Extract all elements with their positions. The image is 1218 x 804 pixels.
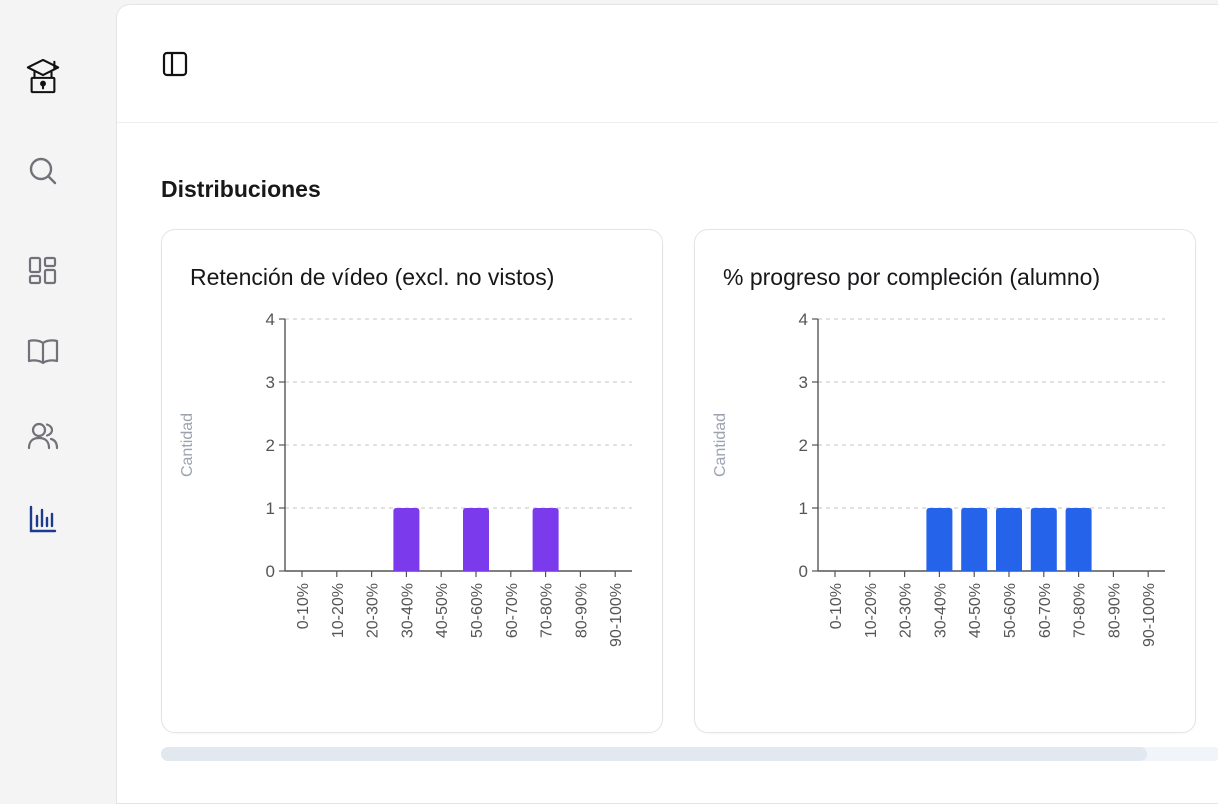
y-tick-label: 0 — [799, 562, 808, 581]
y-tick-label: 1 — [266, 499, 275, 518]
section-title: Distribuciones — [161, 176, 321, 202]
chart-progress-completion: Cantidad 0 1 2 3 4 0-10% 10-20% 20-30% 30-40% 40-5… — [712, 310, 1165, 647]
x-tick-label: 20-30% — [365, 583, 382, 638]
x-tick-label: 90-100% — [1141, 583, 1158, 647]
x-tick-label: 40-50% — [967, 583, 984, 638]
chart-card-video-retention: Retención de vídeo (excl. no vistos) Can… — [161, 229, 663, 733]
bar — [463, 508, 489, 571]
dashboard-icon[interactable] — [25, 253, 61, 289]
academy-lock-icon[interactable] — [25, 58, 61, 94]
y-tick-label: 3 — [799, 373, 808, 392]
bar-chart-icon[interactable] — [25, 501, 61, 537]
x-tick-label: 70-80% — [539, 583, 556, 638]
bar — [996, 508, 1022, 571]
x-tick-label: 20-30% — [898, 583, 915, 638]
y-axis-label: Cantidad — [712, 413, 729, 477]
y-tick-label: 1 — [799, 499, 808, 518]
y-tick-label: 0 — [266, 562, 275, 581]
x-tick-label: 40-50% — [434, 583, 451, 638]
x-tick-label: 50-60% — [469, 583, 486, 638]
y-tick-label: 4 — [799, 310, 808, 329]
y-axis-label: Cantidad — [179, 413, 196, 477]
search-icon[interactable] — [25, 153, 61, 189]
x-tick-label: 50-60% — [1002, 583, 1019, 638]
x-tick-label: 80-90% — [573, 583, 590, 638]
main-panel: Distribuciones Retención de vídeo (excl.… — [116, 4, 1218, 804]
y-tick-label: 3 — [266, 373, 275, 392]
bar — [1065, 508, 1092, 571]
scrollbar-thumb[interactable] — [161, 747, 1147, 761]
bar — [532, 508, 559, 571]
x-tick-label: 30-40% — [932, 583, 949, 638]
bar — [393, 508, 420, 571]
x-tick-label: 90-100% — [608, 583, 625, 647]
x-tick-label: 80-90% — [1106, 583, 1123, 638]
x-tick-label: 70-80% — [1072, 583, 1089, 638]
x-tick-label: 30-40% — [399, 583, 416, 638]
horizontal-scrollbar[interactable] — [161, 747, 1218, 761]
x-tick-label: 0-10% — [295, 583, 312, 629]
y-tick-label: 2 — [799, 436, 808, 455]
sidebar — [0, 0, 116, 794]
x-tick-label: 10-20% — [330, 583, 347, 638]
users-icon[interactable] — [25, 418, 61, 454]
book-icon[interactable] — [25, 334, 61, 370]
y-tick-label: 2 — [266, 436, 275, 455]
x-tick-label: 0-10% — [828, 583, 845, 629]
bar — [926, 508, 953, 571]
topbar — [117, 5, 1218, 123]
bar — [961, 508, 988, 571]
x-tick-label: 60-70% — [504, 583, 521, 638]
x-tick-label: 10-20% — [863, 583, 880, 638]
bar — [1030, 508, 1057, 571]
x-tick-label: 60-70% — [1037, 583, 1054, 638]
chart-card-progress-completion: % progreso por compleción (alumno) Canti… — [694, 229, 1196, 733]
y-tick-label: 4 — [266, 310, 275, 329]
sidebar-toggle-icon[interactable] — [157, 49, 193, 79]
chart-video-retention: Cantidad 0 1 2 3 4 0-10% 10-20% 20-30% 30-40% 40-5… — [179, 310, 632, 647]
